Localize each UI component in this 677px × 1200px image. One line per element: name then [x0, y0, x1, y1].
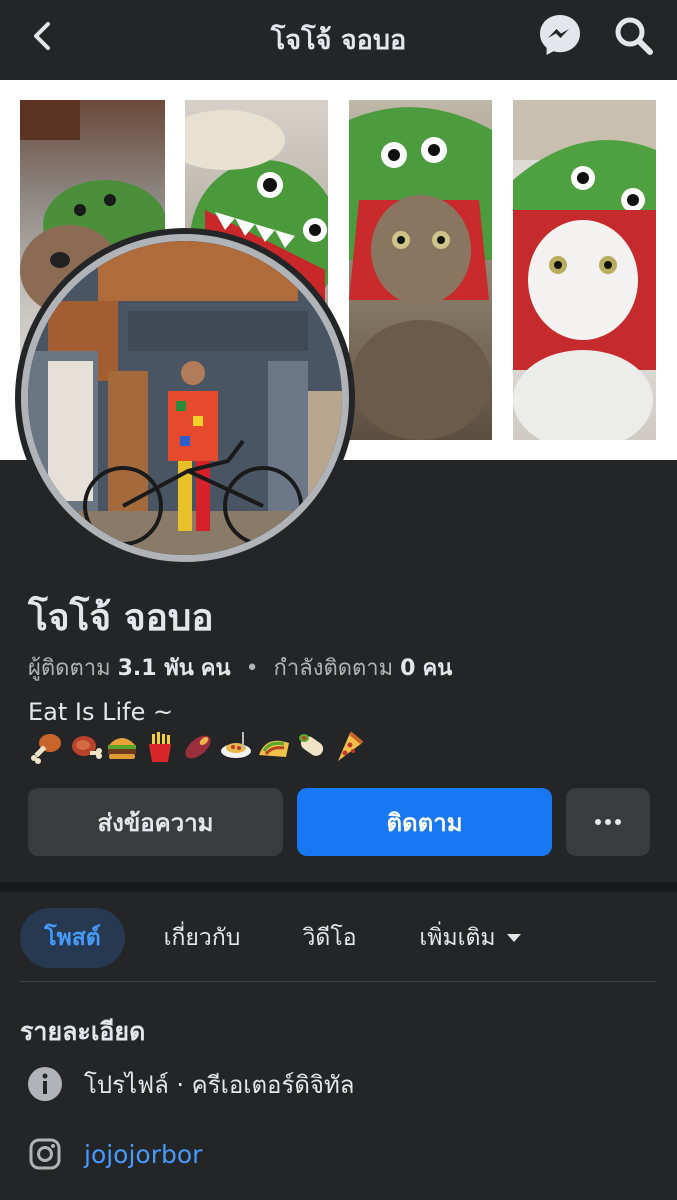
- followers-unit: คน: [200, 656, 231, 681]
- chevron-left-icon: [34, 22, 50, 50]
- following-count[interactable]: 0: [400, 656, 415, 681]
- instagram-icon: [26, 1135, 64, 1173]
- spaghetti-icon: [221, 732, 251, 758]
- cover-photo-cat-4: [513, 100, 656, 440]
- tab-divider: [20, 981, 657, 982]
- tab-more-label: เพิ่มเติม: [419, 925, 496, 951]
- french-fries-icon: [149, 732, 171, 762]
- top-bar: โจโจ้ จอบอ: [0, 0, 677, 80]
- ellipsis-icon: [595, 819, 621, 825]
- tab-videos[interactable]: วิดีโอ: [282, 908, 377, 968]
- section-divider: [0, 882, 677, 892]
- details-heading: รายละเอียด: [20, 1017, 146, 1046]
- followers-label: ผู้ติดตาม: [28, 656, 111, 681]
- detail-profile-type: โปรไฟล์ · ครีเอเตอร์ดิจิทัล: [26, 1064, 355, 1104]
- taco-icon: [259, 740, 289, 757]
- messenger-icon: [540, 15, 580, 55]
- back-button[interactable]: [22, 14, 62, 58]
- search-button[interactable]: [612, 14, 656, 58]
- info-icon: [26, 1065, 64, 1103]
- poultry-leg-icon: [31, 734, 61, 764]
- profile-type-text: โปรไฟล์ · ครีเอเตอร์ดิจิทัล: [84, 1070, 355, 1099]
- hamburger-icon: [108, 738, 136, 759]
- tab-posts[interactable]: โพสต์: [20, 908, 125, 968]
- profile-name: โจโจ้ จอบอ: [28, 596, 214, 639]
- detail-instagram[interactable]: jojojorbor: [26, 1134, 202, 1174]
- roasted-sweet-potato-icon: [185, 735, 211, 759]
- avatar: [21, 234, 349, 562]
- following-unit: คน: [422, 656, 453, 681]
- caret-down-icon: [506, 934, 521, 942]
- message-button[interactable]: ส่งข้อความ: [28, 788, 283, 856]
- meat-on-bone-icon: [72, 736, 102, 759]
- more-options-button[interactable]: [566, 788, 650, 856]
- tab-more[interactable]: เพิ่มเติม: [398, 908, 543, 968]
- instagram-link[interactable]: jojojorbor: [84, 1140, 202, 1169]
- followers-count[interactable]: 3.1 พัน: [118, 656, 194, 681]
- bio-text: Eat Is Life ~: [28, 698, 174, 726]
- tab-about[interactable]: เกี่ยวกับ: [142, 908, 262, 968]
- burrito-icon: [299, 734, 324, 756]
- profile-picture[interactable]: [15, 228, 355, 568]
- cover-photo-cat-3: [349, 100, 492, 440]
- follow-stats: ผู้ติดตาม 3.1 พัน คน • กำลังติดตาม 0 คน: [28, 650, 452, 685]
- messenger-button[interactable]: [537, 12, 583, 58]
- bio-emojis: [28, 729, 368, 767]
- search-icon: [615, 17, 653, 55]
- stats-separator: •: [245, 656, 259, 681]
- pizza-icon: [338, 731, 364, 761]
- follow-button[interactable]: ติดตาม: [297, 788, 552, 856]
- following-label: กำลังติดตาม: [273, 656, 394, 681]
